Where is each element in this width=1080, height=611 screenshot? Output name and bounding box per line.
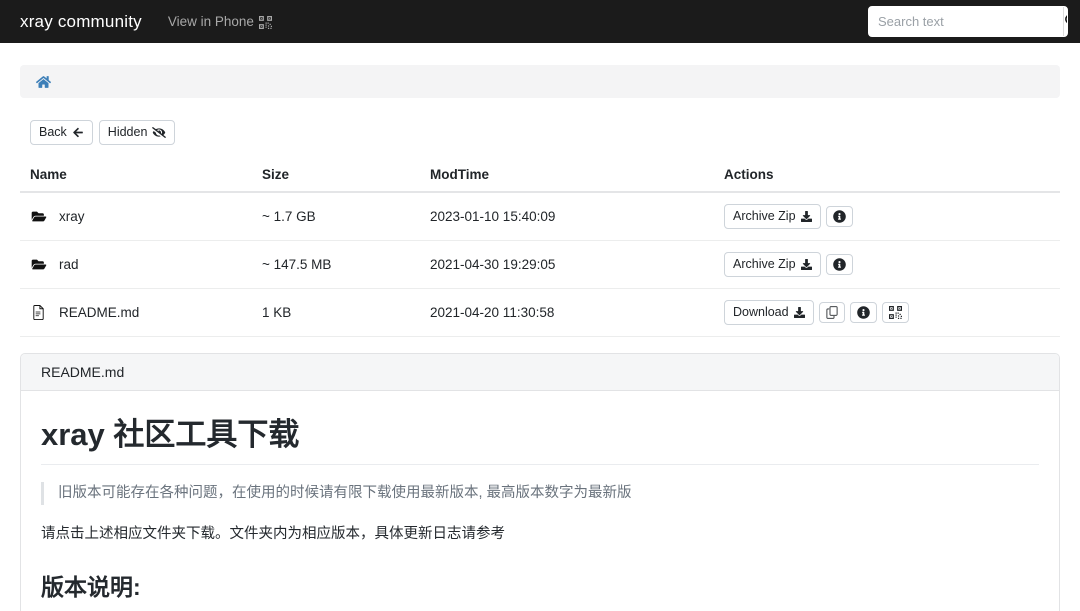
- table-row: rad ~ 147.5 MB 2021-04-30 19:29:05 Archi…: [20, 240, 1060, 288]
- readme-card-body: xray 社区工具下载 旧版本可能存在各种问题，在使用的时候请有限下载使用最新版…: [21, 391, 1059, 611]
- readme-card: README.md xray 社区工具下载 旧版本可能存在各种问题，在使用的时候…: [20, 353, 1060, 611]
- qr-code-icon: [889, 306, 902, 319]
- file-actions-cell: Download: [714, 288, 1060, 336]
- file-name-cell: xray: [20, 192, 252, 240]
- table-header-row: Name Size ModTime Actions: [20, 161, 1060, 192]
- search-input[interactable]: [869, 7, 1063, 36]
- column-header-actions: Actions: [714, 161, 1060, 192]
- hidden-button[interactable]: Hidden: [99, 120, 176, 145]
- readme-card-header: README.md: [21, 354, 1059, 391]
- file-modtime-cell: 2021-04-20 11:30:58: [420, 288, 714, 336]
- top-navbar: xray community View in Phone: [0, 0, 1080, 43]
- copy-link-button[interactable]: [819, 302, 845, 323]
- download-icon: [794, 307, 805, 318]
- folder-icon: [30, 258, 47, 271]
- download-icon: [801, 259, 812, 270]
- file-name-cell: README.md: [20, 288, 252, 336]
- view-in-phone-label: View in Phone: [168, 14, 254, 29]
- file-name-link[interactable]: xray: [59, 209, 85, 224]
- file-size-cell: ~ 1.7 GB: [252, 192, 420, 240]
- download-label: Download: [733, 304, 789, 321]
- info-icon: [833, 210, 846, 223]
- back-button[interactable]: Back: [30, 120, 93, 145]
- archive-zip-button[interactable]: Archive Zip: [724, 204, 821, 229]
- file-actions-cell: Archive Zip: [714, 192, 1060, 240]
- search-box: [868, 6, 1068, 37]
- eye-slash-icon: [152, 127, 166, 138]
- info-icon: [857, 306, 870, 319]
- column-header-name: Name: [20, 161, 252, 192]
- arrow-left-icon: [72, 127, 84, 138]
- file-name-link[interactable]: rad: [59, 257, 79, 272]
- home-icon[interactable]: [36, 75, 51, 89]
- view-in-phone-link[interactable]: View in Phone: [168, 14, 271, 29]
- download-button[interactable]: Download: [724, 300, 814, 325]
- folder-icon: [30, 210, 47, 223]
- file-size-cell: ~ 147.5 MB: [252, 240, 420, 288]
- file-modtime-cell: 2023-01-10 15:40:09: [420, 192, 714, 240]
- archive-zip-button[interactable]: Archive Zip: [724, 252, 821, 277]
- info-button[interactable]: [850, 302, 877, 323]
- copy-icon: [826, 306, 838, 319]
- archive-zip-label: Archive Zip: [733, 208, 796, 225]
- toolbar: Back Hidden: [20, 120, 1060, 145]
- readme-subtitle: 版本说明:: [41, 573, 1039, 611]
- back-button-label: Back: [39, 124, 67, 141]
- file-size-cell: 1 KB: [252, 288, 420, 336]
- table-row: xray ~ 1.7 GB 2023-01-10 15:40:09 Archiv…: [20, 192, 1060, 240]
- file-name-cell: rad: [20, 240, 252, 288]
- file-name-link[interactable]: README.md: [59, 305, 139, 320]
- column-header-size: Size: [252, 161, 420, 192]
- file-modtime-cell: 2021-04-30 19:29:05: [420, 240, 714, 288]
- info-icon: [833, 258, 846, 271]
- search-icon: [1064, 13, 1068, 31]
- archive-zip-label: Archive Zip: [733, 256, 796, 273]
- info-button[interactable]: [826, 206, 853, 227]
- info-button[interactable]: [826, 254, 853, 275]
- hidden-button-label: Hidden: [108, 124, 148, 141]
- search-button[interactable]: [1063, 7, 1068, 36]
- download-icon: [801, 211, 812, 222]
- readme-title: xray 社区工具下载: [41, 415, 1039, 465]
- column-header-modtime: ModTime: [420, 161, 714, 192]
- readme-paragraph-1: 请点击上述相应文件夹下载。文件夹内为相应版本，具体更新日志请参考: [41, 523, 1039, 547]
- table-row: README.md 1 KB 2021-04-20 11:30:58 Downl…: [20, 288, 1060, 336]
- file-icon: [30, 305, 47, 320]
- file-list-table: Name Size ModTime Actions xray: [20, 161, 1060, 337]
- page-container: Back Hidden Name Size ModTime Actions: [20, 43, 1060, 611]
- readme-blockquote: 旧版本可能存在各种问题，在使用的时候请有限下载使用最新版本, 最高版本数字为最新…: [41, 482, 1039, 505]
- file-actions-cell: Archive Zip: [714, 240, 1060, 288]
- qr-code-button[interactable]: [882, 302, 909, 323]
- qr-code-icon: [259, 16, 271, 28]
- brand-link[interactable]: xray community: [20, 12, 142, 32]
- breadcrumb: [20, 65, 1060, 98]
